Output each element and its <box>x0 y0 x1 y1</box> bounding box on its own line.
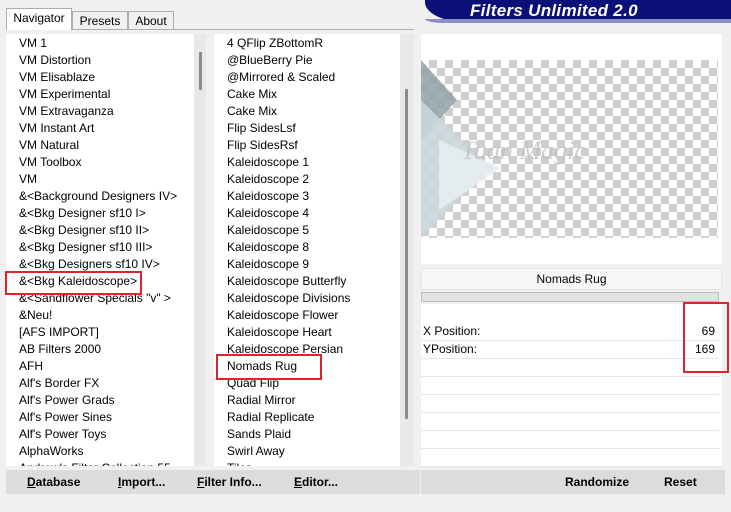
selected-filter-name: Nomads Rug <box>421 268 722 290</box>
filter-item[interactable]: Radial Mirror <box>214 392 296 409</box>
bottom-strip <box>0 496 731 512</box>
filter-list[interactable]: 4 QFlip ZBottomR @BlueBerry Pie @Mirrored … <box>214 34 412 466</box>
reset-button[interactable]: Reset <box>664 475 697 489</box>
category-item[interactable]: [AFS IMPORT] <box>6 324 99 341</box>
category-item[interactable]: Alf's Border FX <box>6 375 99 392</box>
category-item[interactable]: AB Filters 2000 <box>6 341 101 358</box>
param-label: X Position: <box>423 324 481 338</box>
filter-item[interactable]: Kaleidoscope Butterfly <box>214 273 346 290</box>
param-value[interactable]: 69 <box>702 324 715 338</box>
category-item[interactable]: VM 1 <box>6 35 47 52</box>
category-item[interactable]: VM Extravaganza <box>6 103 114 120</box>
category-item[interactable]: VM Elisablaze <box>6 69 95 86</box>
category-item[interactable]: Alf's Power Sines <box>6 409 112 426</box>
param-row-x[interactable]: X Position: 69 <box>421 323 719 341</box>
category-scrollbar[interactable] <box>194 34 206 466</box>
banner-title: Filters Unlimited 2.0 <box>470 1 638 20</box>
filter-item[interactable]: Kaleidoscope 5 <box>214 222 309 239</box>
category-item[interactable]: Alf's Power Grads <box>6 392 115 409</box>
category-item[interactable]: VM Natural <box>6 137 79 154</box>
filter-item[interactable]: Flip SidesLsf <box>214 120 296 137</box>
filter-scroll-thumb[interactable] <box>405 89 408 419</box>
progress-bar <box>421 292 719 302</box>
category-item[interactable]: Alf's Power Toys <box>6 426 106 443</box>
filter-item[interactable]: Kaleidoscope Flower <box>214 307 338 324</box>
editor-button[interactable]: Editor... <box>294 475 338 489</box>
tab-presets[interactable]: Presets <box>72 11 128 29</box>
filter-item[interactable]: Kaleidoscope Persian <box>214 341 343 358</box>
filter-item[interactable]: Kaleidoscope 2 <box>214 171 309 188</box>
filter-item[interactable]: Kaleidoscope 3 <box>214 188 309 205</box>
category-item[interactable]: VM Distortion <box>6 52 91 69</box>
category-item[interactable]: &<Sandflower Specials "v" > <box>6 290 171 307</box>
category-item[interactable]: VM <box>6 171 37 188</box>
category-item[interactable]: VM Experimental <box>6 86 110 103</box>
filter-item[interactable]: @Mirrored & Scaled <box>214 69 335 86</box>
filter-item[interactable]: Swirl Away <box>214 443 285 460</box>
filter-item[interactable]: Kaleidoscope 4 <box>214 205 309 222</box>
filter-item[interactable]: @BlueBerry Pie <box>214 52 313 69</box>
filter-item[interactable]: Sands Plaid <box>214 426 291 443</box>
category-item[interactable]: &Neu! <box>6 307 52 324</box>
filter-item[interactable]: Kaleidoscope Heart <box>214 324 332 341</box>
category-item[interactable]: &<Bkg Designer sf10 III> <box>6 239 152 256</box>
filter-item[interactable]: Cake Mix <box>214 103 277 120</box>
filter-item[interactable]: Quad Flip <box>214 375 279 392</box>
category-list[interactable]: VM 1 VM Distortion VM Elisablaze VM Experim… <box>6 34 194 466</box>
right-button-bar: Randomize Reset <box>421 470 725 494</box>
param-row-empty <box>421 413 719 431</box>
tab-navigator[interactable]: Navigator <box>6 8 72 30</box>
param-row-empty <box>421 395 719 413</box>
filter-item[interactable]: 4 QFlip ZBottomR <box>214 35 323 52</box>
param-label: YPosition: <box>423 342 478 356</box>
filter-item[interactable]: Kaleidoscope 9 <box>214 256 309 273</box>
category-item[interactable]: &<Bkg Kaleidoscope> <box>6 273 137 290</box>
category-item[interactable]: &<Bkg Designers sf10 IV> <box>6 256 160 273</box>
import-button[interactable]: Import... <box>118 475 165 489</box>
param-row-empty <box>421 377 719 395</box>
category-item[interactable]: &<Bkg Designer sf10 I> <box>6 205 146 222</box>
param-row-empty <box>421 431 719 449</box>
filter-info-button[interactable]: Filter Info... <box>197 475 262 489</box>
left-button-bar: Database Import... Filter Info... Editor… <box>6 470 420 494</box>
filter-item[interactable]: Cake Mix <box>214 86 277 103</box>
param-row-y[interactable]: YPosition: 169 <box>421 341 719 359</box>
param-row-empty <box>421 359 719 377</box>
filter-item[interactable]: Nomads Rug <box>214 358 297 375</box>
randomize-button[interactable]: Randomize <box>565 475 629 489</box>
filter-scrollbar[interactable] <box>400 34 414 466</box>
parameter-panel: X Position: 69 YPosition: 169 <box>421 304 722 467</box>
category-item[interactable]: &<Bkg Designer sf10 II> <box>6 222 149 239</box>
preview-watermark: Tuan Magic <box>461 136 586 165</box>
param-row-empty <box>421 449 719 467</box>
tab-about[interactable]: About <box>128 11 174 29</box>
category-item[interactable]: VM Toolbox <box>6 154 81 171</box>
category-item[interactable]: &<Background Designers IV> <box>6 188 177 205</box>
filter-item[interactable]: Tiles <box>214 460 252 466</box>
category-scroll-thumb[interactable] <box>199 52 202 90</box>
category-item[interactable]: VM Instant Art <box>6 120 94 137</box>
param-value[interactable]: 169 <box>695 342 715 356</box>
category-item[interactable]: AFH <box>6 358 43 375</box>
category-item[interactable]: Andrew's Filter Collection 55 <box>6 460 171 466</box>
preview-panel: Tuan Magic <box>421 34 722 264</box>
filter-item[interactable]: Kaleidoscope 1 <box>214 154 309 171</box>
filter-item[interactable]: Kaleidoscope 8 <box>214 239 309 256</box>
filter-item[interactable]: Flip SidesRsf <box>214 137 298 154</box>
filter-item[interactable]: Radial Replicate <box>214 409 314 426</box>
database-button[interactable]: Database <box>27 475 80 489</box>
category-item[interactable]: AlphaWorks <box>6 443 83 460</box>
filter-item[interactable]: Kaleidoscope Divisions <box>214 290 350 307</box>
